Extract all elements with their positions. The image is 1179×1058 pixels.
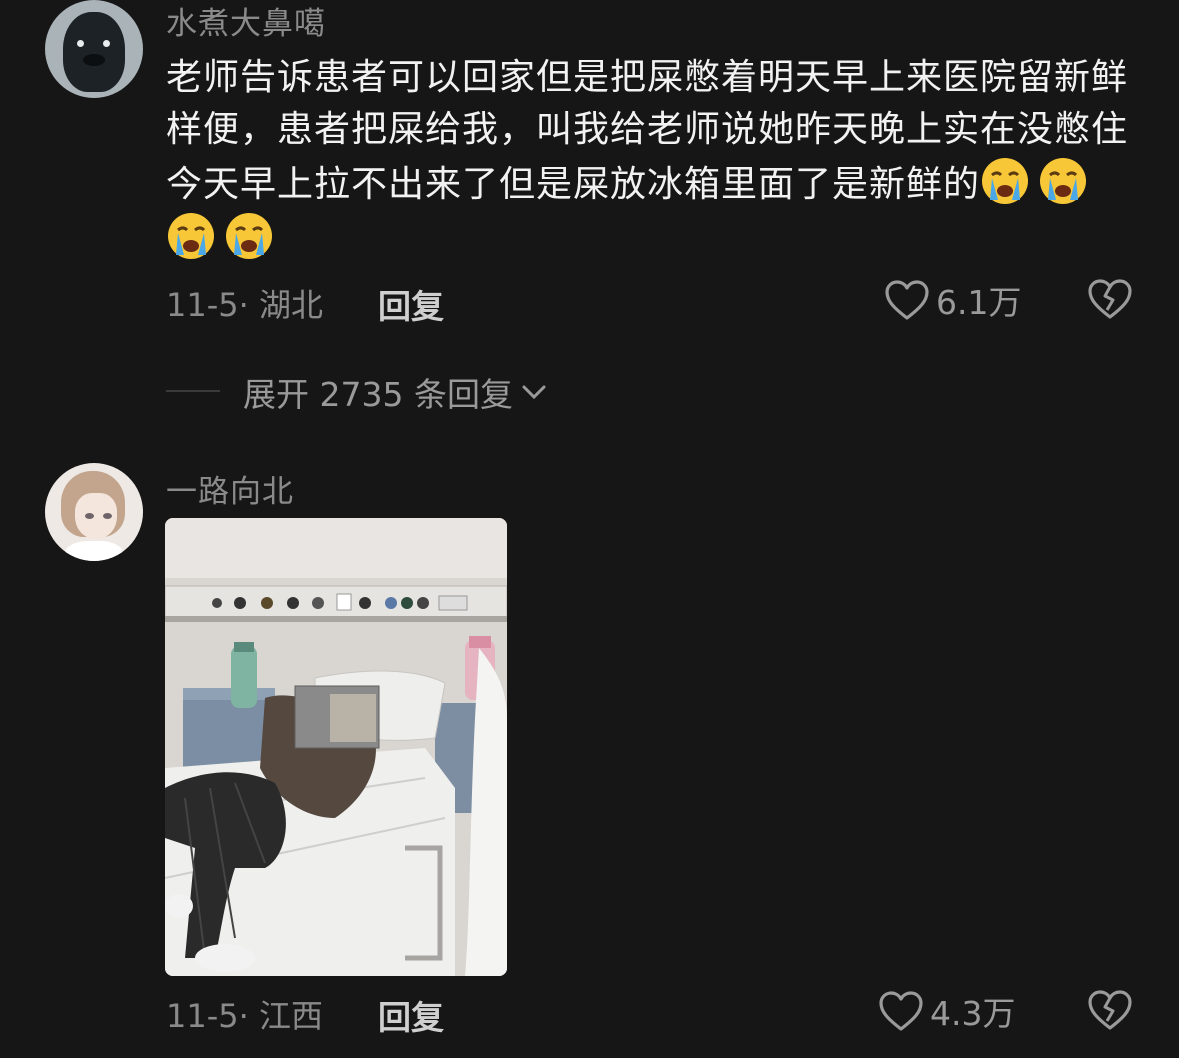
expand-replies-button[interactable]: 展开 2735 条回复 <box>243 368 547 416</box>
crying-face-icon <box>168 213 214 259</box>
comment-date-location: 11-5· 江西 <box>166 997 323 1035</box>
heart-icon <box>885 280 929 320</box>
broken-heart-icon[interactable] <box>1087 989 1133 1031</box>
reply-button[interactable]: 回复 <box>378 280 444 328</box>
like-count: 6.1万 <box>936 283 1022 322</box>
expand-replies-label: 展开 2735 条回复 <box>243 375 513 414</box>
like-button[interactable]: 6.1万 <box>884 276 1021 324</box>
user-avatar[interactable] <box>45 0 143 98</box>
heart-icon <box>879 991 923 1031</box>
like-button[interactable]: 4.3万 <box>878 987 1015 1035</box>
crying-face-icon <box>226 213 272 259</box>
username[interactable]: 一路向北 <box>166 466 294 511</box>
username[interactable]: 水煮大鼻噶 <box>166 0 326 43</box>
seal-avatar-icon <box>63 12 125 92</box>
like-count: 4.3万 <box>930 994 1016 1033</box>
comment-photo[interactable] <box>165 518 507 976</box>
broken-heart-icon[interactable] <box>1087 278 1133 320</box>
crying-face-icon <box>1040 158 1087 204</box>
hospital-photo <box>165 518 507 976</box>
crying-face-icon <box>982 158 1029 204</box>
divider <box>166 390 220 392</box>
comment-date-location: 11-5· 湖北 <box>166 286 323 324</box>
user-avatar[interactable] <box>45 463 143 561</box>
chevron-down-icon <box>522 385 546 400</box>
reply-button[interactable]: 回复 <box>378 991 444 1039</box>
comment-text: 老师告诉患者可以回家但是把屎憋着明天早上来医院留新鲜样便，患者把屎给我，叫我给老… <box>166 52 1131 266</box>
